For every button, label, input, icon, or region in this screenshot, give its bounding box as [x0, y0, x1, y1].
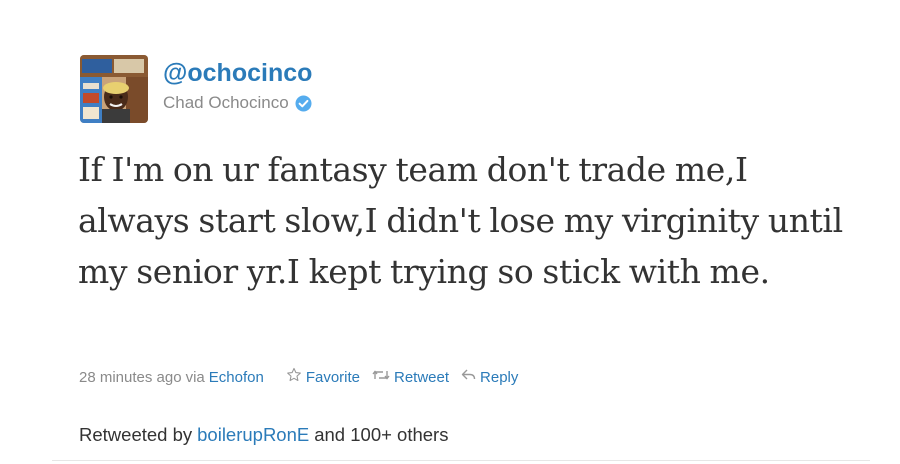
retweeted-suffix[interactable]: and 100+ others: [314, 424, 448, 446]
favorite-label: Favorite: [305, 368, 360, 386]
tweet-meta: 28 minutes ago via Echofon Favorite Retw…: [79, 367, 518, 387]
avatar-image: [80, 55, 148, 123]
divider: [52, 460, 870, 461]
retweeted-user-link[interactable]: boilerupRonE: [197, 424, 309, 446]
display-name[interactable]: Chad Ochocinco: [163, 93, 289, 113]
reply-arrow-icon: [461, 368, 476, 386]
reply-label: Reply: [480, 368, 519, 386]
retweet-arrows-icon: [372, 368, 390, 386]
tweet-timestamp[interactable]: 28 minutes ago: [79, 369, 182, 386]
tweet-card: @ochocinco Chad Ochocinco If I'm on ur f…: [0, 0, 900, 464]
reply-button[interactable]: Reply: [461, 368, 518, 386]
source-link[interactable]: Echofon: [209, 369, 264, 386]
retweet-button[interactable]: Retweet: [372, 368, 449, 386]
star-outline-icon: [286, 367, 302, 387]
verified-badge-icon: [295, 95, 312, 112]
retweeted-by: Retweeted by boilerupRonE and 100+ other…: [79, 424, 448, 446]
avatar[interactable]: [80, 55, 148, 123]
favorite-button[interactable]: Favorite: [286, 367, 360, 387]
via-label: via: [185, 368, 205, 386]
retweet-label: Retweet: [394, 368, 450, 386]
name-row: Chad Ochocinco: [163, 93, 312, 113]
tweet-text: If I'm on ur fantasy team don't trade me…: [78, 150, 843, 291]
user-handle[interactable]: @ochocinco: [163, 59, 312, 87]
retweeted-prefix: Retweeted by: [79, 424, 193, 445]
